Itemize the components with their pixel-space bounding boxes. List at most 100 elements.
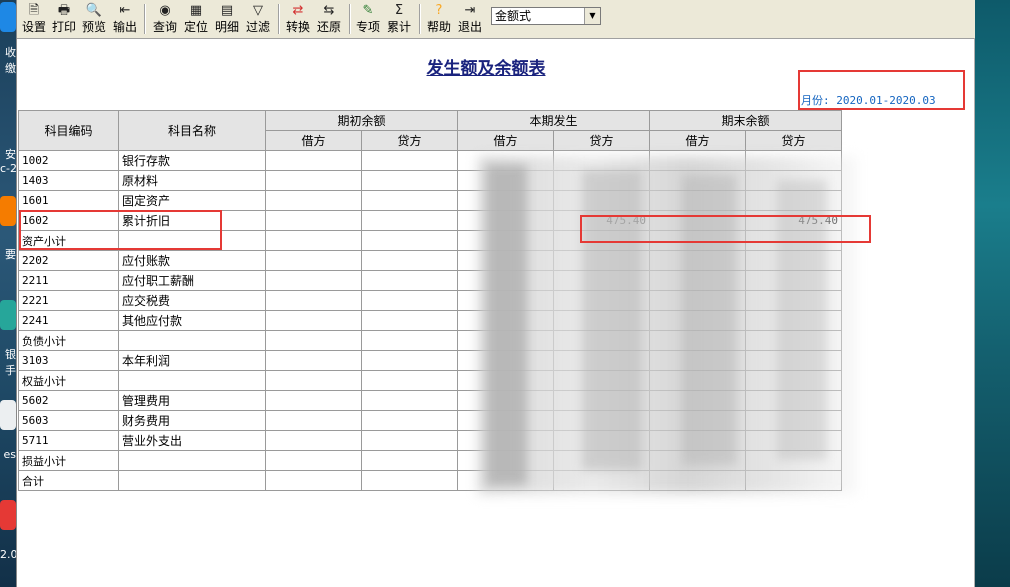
opening-credit-cell[interactable]: [361, 150, 458, 171]
opening-debit-cell[interactable]: [265, 250, 362, 271]
cumulative-button[interactable]: Σ 累计: [384, 2, 414, 36]
special-button[interactable]: ✎ 专项: [353, 2, 383, 36]
account-name-cell[interactable]: 应付职工薪酬: [118, 270, 266, 291]
settings-button[interactable]: 🗎 设置: [19, 2, 49, 36]
opening-debit-cell[interactable]: [265, 430, 362, 451]
account-name-cell[interactable]: [118, 370, 266, 391]
desktop-app-icon[interactable]: [0, 400, 16, 430]
opening-debit-cell[interactable]: [265, 150, 362, 171]
opening-debit-cell[interactable]: [265, 290, 362, 311]
account-code-cell[interactable]: 2202: [18, 250, 119, 271]
account-name-cell[interactable]: 其他应付款: [118, 310, 266, 331]
account-name-cell[interactable]: 财务费用: [118, 410, 266, 431]
desktop-app-icon[interactable]: [0, 2, 16, 32]
account-code-cell[interactable]: 3103: [18, 350, 119, 371]
exit-button[interactable]: ⇥ 退出: [455, 2, 485, 36]
opening-credit-cell[interactable]: [361, 250, 458, 271]
opening-credit-cell[interactable]: [361, 350, 458, 371]
convert-button[interactable]: ⇄ 转换: [283, 2, 313, 36]
special-label: 专项: [355, 20, 380, 34]
account-name-cell[interactable]: 应付账款: [118, 250, 266, 271]
locate-button[interactable]: ▦ 定位: [181, 2, 211, 36]
opening-debit-cell[interactable]: [265, 330, 362, 351]
opening-debit-cell[interactable]: [265, 350, 362, 371]
account-name-cell[interactable]: 应交税费: [118, 290, 266, 311]
account-name-cell[interactable]: [118, 330, 266, 351]
preview-icon: 🔍: [85, 3, 103, 18]
help-icon: ?: [435, 3, 443, 18]
filter-button[interactable]: ▽ 过滤: [243, 2, 273, 36]
display-mode-value: 金额式: [495, 9, 532, 23]
account-name-cell[interactable]: 营业外支出: [118, 430, 266, 451]
display-mode-select[interactable]: 金额式 ▼: [491, 7, 601, 25]
opening-debit-cell[interactable]: [265, 230, 362, 251]
account-code-cell[interactable]: 1002: [18, 150, 119, 171]
header-code[interactable]: 科目编码: [18, 110, 119, 151]
opening-credit-cell[interactable]: [361, 290, 458, 311]
account-code-cell[interactable]: 1403: [18, 170, 119, 191]
header-debit: 借方: [265, 130, 362, 151]
opening-credit-cell[interactable]: [361, 230, 458, 251]
desktop-icon-label: es: [3, 448, 17, 461]
opening-debit-cell[interactable]: [265, 470, 362, 491]
restore-button[interactable]: ⇆ 还原: [314, 2, 344, 36]
opening-credit-cell[interactable]: [361, 430, 458, 451]
binoculars-icon: ◉: [159, 3, 171, 18]
opening-debit-cell[interactable]: [265, 310, 362, 331]
account-code-cell[interactable]: 2211: [18, 270, 119, 291]
preview-button[interactable]: 🔍 预览: [79, 2, 109, 36]
account-name-cell[interactable]: 本年利润: [118, 350, 266, 371]
chevron-down-icon[interactable]: ▼: [584, 8, 600, 24]
opening-debit-cell[interactable]: [265, 170, 362, 191]
export-button[interactable]: ⇤ 输出: [110, 2, 140, 36]
cumulative-label: 累计: [386, 20, 411, 34]
account-name-cell[interactable]: [118, 450, 266, 471]
desktop-app-icon[interactable]: [0, 500, 16, 530]
account-code-cell[interactable]: 2221: [18, 290, 119, 311]
desktop-icon-label: 银: [5, 348, 16, 361]
opening-credit-cell[interactable]: [361, 410, 458, 431]
account-code-cell[interactable]: 2241: [18, 310, 119, 331]
opening-credit-cell[interactable]: [361, 170, 458, 191]
opening-debit-cell[interactable]: [265, 210, 362, 231]
desktop-app-icon[interactable]: [0, 196, 16, 226]
account-code-cell[interactable]: 5603: [18, 410, 119, 431]
detail-button[interactable]: ▤ 明细: [212, 2, 242, 36]
account-code-cell[interactable]: 合计: [18, 470, 119, 491]
opening-credit-cell[interactable]: [361, 370, 458, 391]
restore-label: 还原: [316, 20, 341, 34]
opening-debit-cell[interactable]: [265, 450, 362, 471]
account-code-cell[interactable]: 5602: [18, 390, 119, 411]
opening-credit-cell[interactable]: [361, 310, 458, 331]
opening-credit-cell[interactable]: [361, 270, 458, 291]
account-name-cell[interactable]: [118, 470, 266, 491]
account-name-cell[interactable]: 管理费用: [118, 390, 266, 411]
desktop-app-icon[interactable]: [0, 300, 16, 330]
opening-debit-cell[interactable]: [265, 390, 362, 411]
account-name-cell[interactable]: 银行存款: [118, 150, 266, 171]
header-credit: 贷方: [361, 130, 458, 151]
account-name-cell[interactable]: 固定资产: [118, 190, 266, 211]
account-name-cell[interactable]: 原材料: [118, 170, 266, 191]
header-name[interactable]: 科目名称: [118, 110, 266, 151]
opening-debit-cell[interactable]: [265, 410, 362, 431]
opening-credit-cell[interactable]: [361, 450, 458, 471]
locate-label: 定位: [183, 20, 208, 34]
opening-debit-cell[interactable]: [265, 270, 362, 291]
account-code-cell[interactable]: 负债小计: [18, 330, 119, 351]
account-code-cell[interactable]: 损益小计: [18, 450, 119, 471]
opening-debit-cell[interactable]: [265, 370, 362, 391]
account-code-cell[interactable]: 5711: [18, 430, 119, 451]
account-code-cell[interactable]: 1601: [18, 190, 119, 211]
opening-credit-cell[interactable]: [361, 190, 458, 211]
opening-credit-cell[interactable]: [361, 470, 458, 491]
opening-credit-cell[interactable]: [361, 210, 458, 231]
header-debit: 借方: [649, 130, 746, 151]
opening-debit-cell[interactable]: [265, 190, 362, 211]
query-button[interactable]: ◉ 查询: [150, 2, 180, 36]
print-button[interactable]: 🖶 打印: [50, 2, 78, 36]
opening-credit-cell[interactable]: [361, 330, 458, 351]
opening-credit-cell[interactable]: [361, 390, 458, 411]
account-code-cell[interactable]: 权益小计: [18, 370, 119, 391]
help-button[interactable]: ? 帮助: [424, 2, 454, 36]
